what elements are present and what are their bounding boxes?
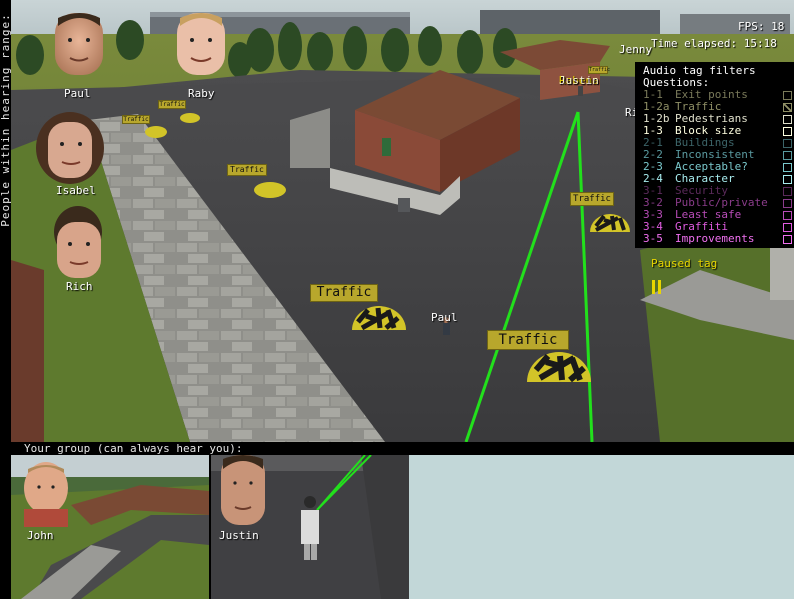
- checkbox-icon[interactable]: [783, 163, 792, 172]
- checkbox-checked-icon[interactable]: [783, 103, 792, 112]
- tag-label-traffic[interactable]: Traffic: [310, 284, 378, 302]
- checkbox-icon[interactable]: [783, 115, 792, 124]
- avatar-justin-far[interactable]: [578, 86, 583, 96]
- tag-label-traffic[interactable]: Traffic: [570, 192, 614, 206]
- avatar-face-isabel: [36, 112, 104, 184]
- hearing-range-sidebar: People within hearing range:: [0, 0, 12, 442]
- face-label-isabel: Isabel: [56, 184, 96, 197]
- tag-label-traffic[interactable]: Traffic: [122, 115, 150, 124]
- member-label-john: John: [27, 529, 54, 542]
- empty-member-slot: [409, 455, 794, 599]
- checkbox-icon[interactable]: [783, 175, 792, 184]
- paused-tag-label: Paused tag: [651, 257, 718, 270]
- checkbox-icon[interactable]: [783, 211, 792, 220]
- tag-label-traffic[interactable]: Traffic: [487, 330, 569, 350]
- avatar-face-rich: [54, 206, 102, 278]
- face-label-raby: Raby: [188, 87, 215, 100]
- audio-tag-filters-panel: Audio tag filters Questions: 1-1 Exit poi…: [635, 62, 794, 248]
- game-screen: People within hearing range: Paul Raby I…: [0, 0, 794, 599]
- checkbox-icon[interactable]: [783, 151, 792, 160]
- checkbox-icon[interactable]: [783, 199, 792, 208]
- avatar-face-paul: [55, 13, 103, 75]
- filter-item-3-5[interactable]: 3-5 Improvements: [643, 233, 754, 245]
- world-label-paul: Paul: [431, 311, 458, 324]
- face-label-rich: Rich: [66, 280, 93, 293]
- left-building: [11, 260, 44, 442]
- face-label-paul: Paul: [64, 87, 91, 100]
- justin-camera-view: [211, 455, 409, 599]
- left-margin: [0, 455, 11, 599]
- time-elapsed: Time elapsed: 15:18: [651, 37, 777, 50]
- group-member-view-john[interactable]: John: [11, 455, 209, 599]
- checkbox-icon[interactable]: [783, 127, 792, 136]
- checkbox-icon[interactable]: [783, 187, 792, 196]
- group-bar: Your group (can always hear you):: [0, 442, 794, 455]
- checkbox-icon[interactable]: [783, 235, 792, 244]
- group-member-view-justin[interactable]: Justin: [211, 455, 409, 599]
- tag-label-traffic[interactable]: Traffic: [588, 66, 610, 74]
- member-label-justin: Justin: [219, 529, 259, 542]
- group-label: Your group (can always hear you):: [24, 442, 243, 455]
- filter-label: Improvements: [675, 232, 755, 245]
- world-label-justin: Justin: [559, 74, 599, 87]
- tag-label-traffic[interactable]: Traffic: [227, 164, 267, 176]
- checkbox-icon[interactable]: [783, 91, 792, 100]
- world-label-jenny: Jenny: [619, 43, 653, 56]
- john-camera-view: [11, 455, 209, 599]
- checkbox-icon[interactable]: [783, 139, 792, 148]
- hearing-range-label: People within hearing range:: [0, 13, 12, 227]
- fps-counter: FPS: 18: [738, 20, 785, 33]
- avatar-face-raby: [177, 13, 225, 75]
- filter-code: 3-5: [643, 232, 663, 245]
- tag-label-traffic[interactable]: Traffic: [158, 100, 186, 109]
- checkbox-icon[interactable]: [783, 223, 792, 232]
